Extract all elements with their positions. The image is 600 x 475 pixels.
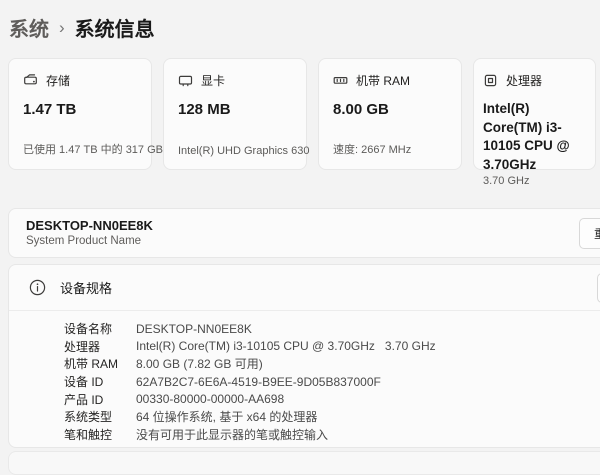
spec-label: 笔和触控 xyxy=(64,426,136,443)
spec-row-processor: 处理器 Intel(R) Core(TM) i3-10105 CPU @ 3.7… xyxy=(64,338,600,356)
rename-pc-button[interactable]: 重命名此电脑 xyxy=(579,218,600,249)
device-product-name: System Product Name xyxy=(26,234,600,249)
storage-icon xyxy=(23,73,38,88)
processor-card[interactable]: 处理器 Intel(R) Core(TM) i3-10105 CPU @ 3.7… xyxy=(473,58,596,170)
ram-card-label: 机带 RAM xyxy=(356,72,410,89)
spec-value: 00330-80000-00000-AA698 xyxy=(136,392,284,406)
device-name: DESKTOP-NN0EE8K xyxy=(26,218,600,234)
ram-icon xyxy=(333,73,348,88)
spec-value: DESKTOP-NN0EE8K xyxy=(136,322,252,336)
gpu-card[interactable]: 显卡 128 MB Intel(R) UHD Graphics 630 xyxy=(163,58,307,170)
summary-cards-row: 存储 1.47 TB 已使用 1.47 TB 中的 317 GB 显卡 128 … xyxy=(8,58,596,170)
page-title: 系统信息 xyxy=(75,13,155,42)
ram-card-value: 8.00 GB xyxy=(333,100,449,120)
gpu-card-caption: Intel(R) UHD Graphics 630 xyxy=(178,145,294,157)
spec-value: 64 位操作系统, 基于 x64 的处理器 xyxy=(136,408,317,425)
device-specs-table: 设备名称 DESKTOP-NN0EE8K 处理器 Intel(R) Core(T… xyxy=(9,311,600,443)
spec-value: 没有可用于此显示器的笔或触控输入 xyxy=(136,426,328,443)
device-name-card: DESKTOP-NN0EE8K System Product Name 重命名此… xyxy=(8,208,600,258)
breadcrumb: 系统 › 系统信息 xyxy=(9,13,155,42)
spec-label: 系统类型 xyxy=(64,408,136,425)
spec-label: 处理器 xyxy=(64,338,136,355)
spec-value: 62A7B2C7-6E6A-4519-B9EE-9D05B837000F xyxy=(136,375,381,389)
processor-card-label: 处理器 xyxy=(506,72,542,89)
device-specs-header[interactable]: 设备规格 复制 xyxy=(9,265,600,311)
spec-row-system-type: 系统类型 64 位操作系统, 基于 x64 的处理器 xyxy=(64,408,600,426)
gpu-card-label: 显卡 xyxy=(201,72,225,89)
device-specs-card: 设备规格 复制 设备名称 DESKTOP-NN0EE8K 处理器 Intel(R… xyxy=(8,264,600,448)
spec-row-pen-touch: 笔和触控 没有可用于此显示器的笔或触控输入 xyxy=(64,426,600,444)
spec-value: Intel(R) Core(TM) i3-10105 CPU @ 3.70GHz… xyxy=(136,339,436,353)
settings-system-info-page: { "breadcrumb": { "parent": "系统", "separ… xyxy=(0,0,600,456)
info-icon xyxy=(29,279,46,296)
storage-card-value: 1.47 TB xyxy=(23,100,139,120)
ram-card-caption: 速度: 2667 MHz xyxy=(333,141,449,157)
storage-card-caption: 已使用 1.47 TB 中的 317 GB xyxy=(23,141,139,157)
spec-label: 设备 ID xyxy=(64,373,136,390)
spec-row-device-id: 设备 ID 62A7B2C7-6E6A-4519-B9EE-9D05B83700… xyxy=(64,373,600,391)
gpu-card-value: 128 MB xyxy=(178,100,294,120)
spec-label: 机带 RAM xyxy=(64,355,136,372)
breadcrumb-chevron-icon: › xyxy=(59,17,65,38)
spec-row-ram: 机带 RAM 8.00 GB (7.82 GB 可用) xyxy=(64,355,600,373)
cpu-icon xyxy=(483,73,498,88)
ram-card[interactable]: 机带 RAM 8.00 GB 速度: 2667 MHz xyxy=(318,58,462,170)
next-section-card[interactable] xyxy=(8,451,600,475)
breadcrumb-system[interactable]: 系统 xyxy=(9,13,49,42)
spec-value: 8.00 GB (7.82 GB 可用) xyxy=(136,355,263,372)
storage-card-label: 存储 xyxy=(46,72,70,89)
spec-row-product-id: 产品 ID 00330-80000-00000-AA698 xyxy=(64,390,600,408)
storage-card[interactable]: 存储 1.47 TB 已使用 1.47 TB 中的 317 GB xyxy=(8,58,152,170)
spec-label: 产品 ID xyxy=(64,391,136,408)
device-specs-title: 设备规格 xyxy=(60,278,112,297)
processor-card-value: Intel(R) Core(TM) i3-10105 CPU @ 3.70GHz xyxy=(483,100,589,175)
processor-card-caption: 3.70 GHz xyxy=(483,175,589,187)
gpu-icon xyxy=(178,73,193,88)
spec-label: 设备名称 xyxy=(64,320,136,337)
spec-row-device-name: 设备名称 DESKTOP-NN0EE8K xyxy=(64,320,600,338)
